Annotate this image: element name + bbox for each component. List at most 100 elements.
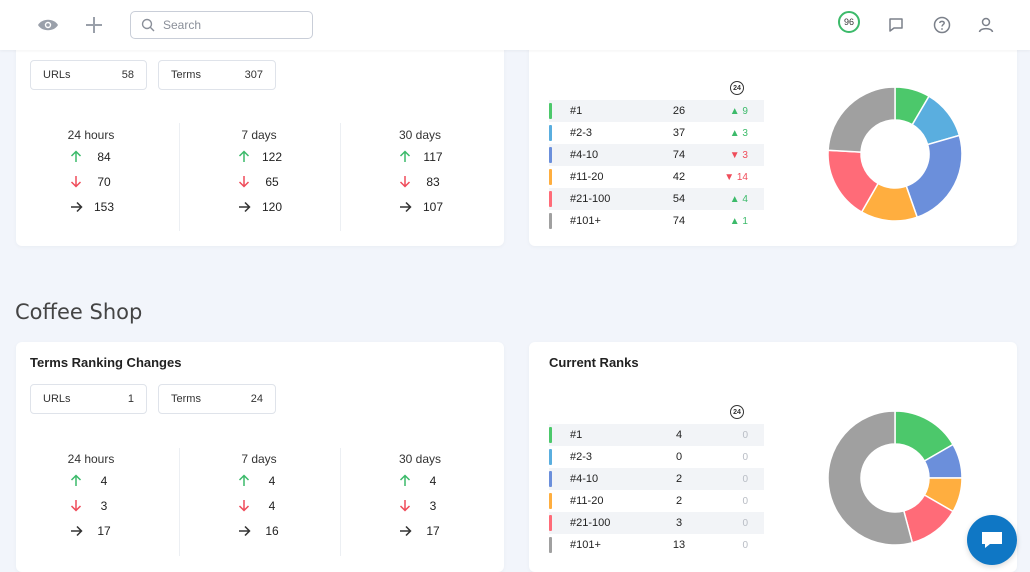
improved-count: 117 [423, 149, 443, 164]
search-box[interactable] [130, 11, 313, 39]
improved-row[interactable]: 122 [209, 144, 309, 169]
rank-row[interactable]: #2-3 0 0 [549, 446, 764, 468]
period-30d: 30 days 117 83 107 [370, 128, 470, 219]
donut-slice-4-10[interactable] [905, 134, 963, 219]
unchanged-row[interactable]: 16 [209, 518, 309, 543]
declined-row[interactable]: 70 [41, 169, 141, 194]
declined-count: 3 [429, 498, 437, 513]
search-input[interactable] [163, 18, 303, 32]
arrow-down-icon [231, 499, 257, 512]
rank-label: #1 [570, 105, 583, 117]
rank-color-bar [549, 213, 552, 229]
period-24h: 24 hours 4 3 17 [41, 452, 141, 543]
24h-badge-icon: 24 [730, 81, 744, 95]
arrow-right-icon [231, 201, 257, 213]
improved-row[interactable]: 84 [41, 144, 141, 169]
message-icon[interactable] [884, 13, 908, 37]
unchanged-row[interactable]: 120 [209, 194, 309, 219]
project-title[interactable]: Coffee Shop [15, 300, 142, 324]
period-label: 7 days [241, 452, 277, 466]
rank-row[interactable]: #4-10 74 ▼ 3 [549, 144, 764, 166]
arrow-down-icon [392, 175, 418, 188]
rank-change: ▲ 3 [729, 127, 748, 139]
unchanged-row[interactable]: 107 [370, 194, 470, 219]
rank-row[interactable]: #4-10 2 0 [549, 468, 764, 490]
rank-row[interactable]: #2-3 37 ▲ 3 [549, 122, 764, 144]
rank-change: ▼ 14 [724, 171, 748, 183]
rank-table: #1 26 ▲ 9 #2-3 37 ▲ 3 #4-10 74 ▼ 3 #11-20 42 ▼ 14 #2… [549, 100, 764, 232]
declined-row[interactable]: 83 [370, 169, 470, 194]
arrow-right-icon [392, 201, 418, 213]
chat-button[interactable] [967, 515, 1017, 565]
rank-donut-chart [827, 86, 963, 222]
rank-row[interactable]: #101+ 13 0 [549, 534, 764, 556]
improved-count: 4 [100, 473, 108, 488]
terms-pill[interactable]: Terms 307 [158, 60, 276, 90]
declined-row[interactable]: 3 [41, 493, 141, 518]
rank-color-bar [549, 103, 552, 119]
badge-text: 24 [733, 84, 741, 92]
rank-color-bar [549, 427, 552, 443]
rank-count: 2 [675, 495, 683, 507]
arrow-up-icon [231, 150, 257, 163]
unchanged-row[interactable]: 17 [41, 518, 141, 543]
rank-label: #2-3 [570, 451, 593, 463]
ranking-changes-card: URLs 58 Terms 307 24 hours 84 70 153 7 d… [16, 30, 504, 246]
declined-count: 65 [265, 174, 279, 189]
donut-slice-101[interactable] [827, 86, 896, 153]
rank-row[interactable]: #11-20 2 0 [549, 490, 764, 512]
urls-pill[interactable]: URLs 1 [30, 384, 147, 414]
declined-row[interactable]: 4 [209, 493, 309, 518]
card-title: Current Ranks [549, 355, 639, 370]
user-icon[interactable] [974, 13, 998, 37]
rank-row[interactable]: #21-100 3 0 [549, 512, 764, 534]
improved-count: 4 [429, 473, 437, 488]
help-icon[interactable] [930, 13, 954, 37]
urls-value: 1 [127, 393, 134, 405]
current-ranks-card: 24 #1 26 ▲ 9 #2-3 37 ▲ 3 #4-10 74 ▼ 3 #11-20 42 ▼ 1… [529, 30, 1017, 246]
arrow-up-icon [231, 474, 257, 487]
rank-row[interactable]: #21-100 54 ▲ 4 [549, 188, 764, 210]
terms-pill[interactable]: Terms 24 [158, 384, 276, 414]
improved-count: 84 [97, 149, 111, 164]
unchanged-row[interactable]: 153 [41, 194, 141, 219]
arrow-right-icon [63, 201, 89, 213]
rank-change: 0 [742, 451, 748, 463]
urls-pill[interactable]: URLs 58 [30, 60, 147, 90]
rank-row[interactable]: #101+ 74 ▲ 1 [549, 210, 764, 232]
rank-color-bar [549, 493, 552, 509]
rank-count: 4 [675, 429, 683, 441]
arrow-up-icon [392, 150, 418, 163]
period-label: 30 days [398, 128, 442, 142]
improved-row[interactable]: 117 [370, 144, 470, 169]
period-label: 24 hours [67, 128, 115, 142]
rank-label: #11-20 [570, 495, 604, 507]
arrow-down-icon [392, 499, 418, 512]
unchanged-row[interactable]: 17 [370, 518, 470, 543]
period-label: 30 days [398, 452, 442, 466]
rank-row[interactable]: #11-20 42 ▼ 14 [549, 166, 764, 188]
rank-count: 42 [672, 171, 686, 183]
terms-label: Terms [171, 69, 201, 81]
rank-label: #2-3 [570, 127, 593, 139]
rank-table: #1 4 0 #2-3 0 0 #4-10 2 0 #11-20 2 0 #21-100 3 0 #101+ 1… [549, 424, 764, 556]
declined-row[interactable]: 3 [370, 493, 470, 518]
rank-row[interactable]: #1 26 ▲ 9 [549, 100, 764, 122]
declined-row[interactable]: 65 [209, 169, 309, 194]
plus-icon[interactable] [82, 13, 106, 37]
period-24h: 24 hours 84 70 153 [41, 128, 141, 219]
improved-count: 4 [268, 473, 276, 488]
improved-row[interactable]: 4 [41, 468, 141, 493]
score-badge[interactable]: 96 [838, 11, 860, 33]
unchanged-count: 153 [93, 199, 115, 214]
period-7d: 7 days 122 65 120 [209, 128, 309, 219]
eye-icon[interactable] [36, 13, 60, 37]
rank-label: #101+ [570, 539, 601, 551]
divider [179, 123, 180, 231]
rank-row[interactable]: #1 4 0 [549, 424, 764, 446]
urls-label: URLs [43, 393, 71, 405]
rank-change: 0 [742, 429, 748, 441]
improved-row[interactable]: 4 [370, 468, 470, 493]
improved-row[interactable]: 4 [209, 468, 309, 493]
rank-color-bar [549, 449, 552, 465]
